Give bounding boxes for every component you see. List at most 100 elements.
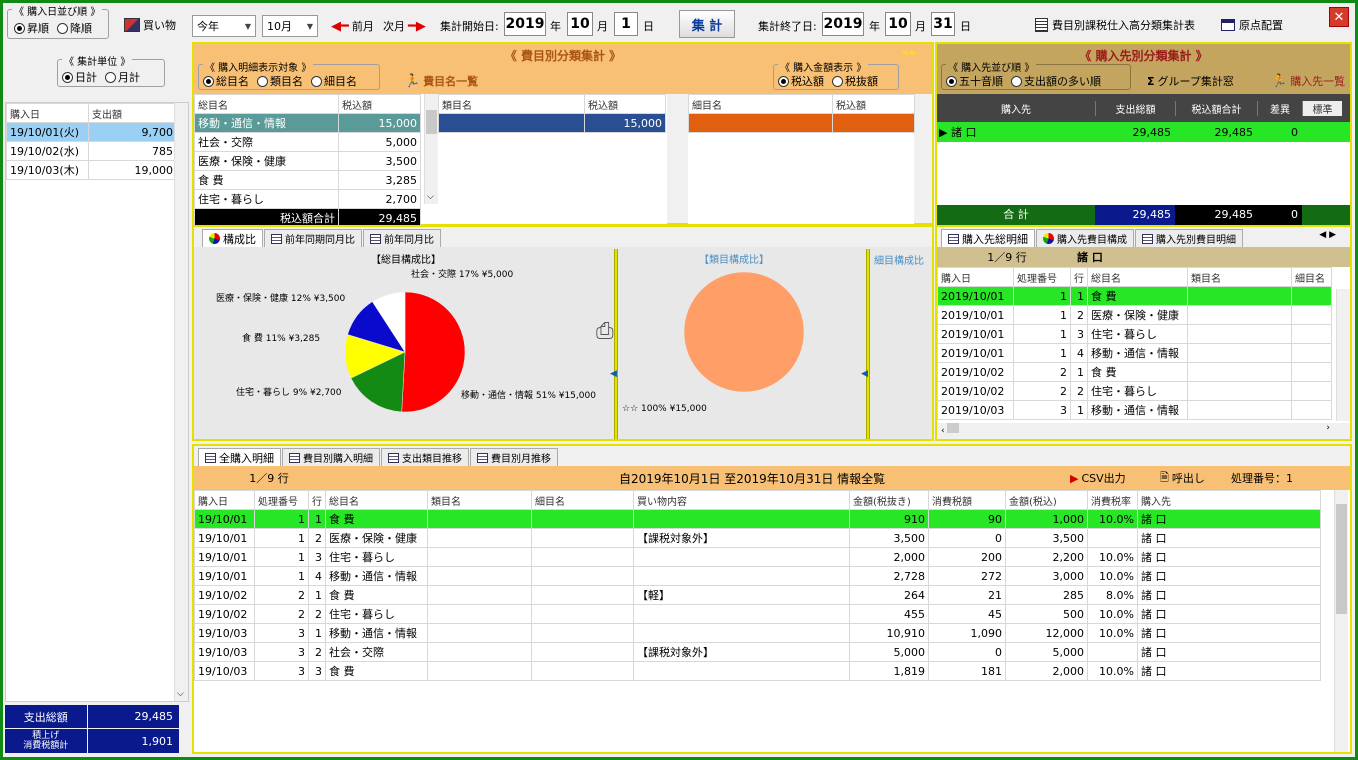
detail-minor-radio[interactable]: 細目名 [311,73,357,89]
table-row[interactable]: 19/10/02(水) 785 [6,141,177,161]
middle-pie-chart: 【類目構成比】 ☆☆ 100% ¥15,000 [622,253,805,414]
detail-major-radio[interactable]: 総目名 [203,73,249,89]
table-row[interactable]: 19/10/02 2 1 食 費【軽】 264 21 285 8.0% 諸 口 [194,585,1321,605]
table-icon [1142,233,1153,244]
pie-label: 移動・通信・情報 51% ¥15,000 [461,389,596,401]
table-row[interactable]: 2019/10/02 2 2 住宅・暮らし [937,381,1332,401]
trend-chart-icon [477,452,488,463]
start-month-input[interactable]: 10 [567,12,593,36]
tab-composition[interactable]: 構成比 [202,229,263,247]
table-row[interactable]: 19/10/01(火) 9,700 [6,122,177,142]
tab-prev-month[interactable]: 前年同月比 [363,229,441,247]
pie-label: 住宅・暮らし 9% ¥2,700 [236,386,342,398]
tab-monthly-trend[interactable]: 費目別月推移 [470,448,558,466]
detail-middle-radio[interactable]: 類目名 [257,73,303,89]
process-number: 処理番号：1 [1231,472,1293,485]
major-category-table: 総目名 税込額 移動・通信・情報 15,000 社会・交際 5,000 医療・保険・健… [194,94,438,228]
table-row[interactable]: 15,000 [438,113,666,133]
table-icon [948,233,959,244]
export-icon: ▶ [1070,471,1079,485]
table-row[interactable]: ▶ 諸 口 29,485 29,485 0 [937,122,1350,142]
minor-category-table: 細目名 税込額 [688,94,915,224]
runner-icon: 🏃 [404,73,421,89]
print-icon[interactable]: ⎙ [596,319,614,344]
sort-asc-radio[interactable]: 昇順 [14,20,49,36]
tab-expense-trend[interactable]: 支出類目推移 [381,448,469,466]
scrollbar[interactable] [1336,289,1350,421]
table-row[interactable]: 19/10/01 1 4 移動・通信・情報 2,728 272 3,000 10.0% 諸 口 [194,566,1321,586]
table-row[interactable]: 2019/10/02 2 1 食 費 [937,362,1332,382]
scrollbar[interactable] [1334,490,1348,752]
tab-vendor-detail[interactable]: 購入先総明細 [941,229,1035,247]
report-icon [1035,18,1048,32]
vendor-kana-radio[interactable]: 五十音順 [946,73,1003,89]
recall-button[interactable]: 🗎 呼出し [1160,469,1205,488]
unit-daily-radio[interactable]: 日計 [62,69,97,85]
table-row[interactable]: 19/10/02 2 2 住宅・暮らし 455 45 500 10.0% 諸 口 [194,604,1321,624]
month-select[interactable]: 10月 ▼ [262,15,318,37]
origin-layout-button[interactable]: 原点配置 [1221,17,1283,33]
close-icon[interactable]: ✕ [1329,7,1349,27]
tab-prev-period[interactable]: 前年同期同月比 [264,229,362,247]
tax-report-button[interactable]: 費目別課税仕入高分類集計表 [1035,17,1195,33]
prev-month-button[interactable]: ◀━ 前月 [331,18,374,34]
pie-label: 社会・交際 17% ¥5,000 [411,268,513,280]
table-row[interactable]: 19/10/03 3 2 社会・交際 【課税対象外】 5,000 0 5,000 諸 口 [194,642,1321,662]
table-row[interactable]: 2019/10/01 1 3 住宅・暮らし [937,324,1332,344]
table-row[interactable]: 19/10/03 3 1 移動・通信・情報 10,910 1,090 12,000 10.0%… [194,623,1321,643]
table-row[interactable]: 19/10/01 1 1 食 費 910 90 1,000 10.0% 諸 口 [194,509,1321,529]
pie-slice [401,291,466,413]
end-month-input[interactable]: 10 [885,12,911,36]
start-label: 集計開始日: [440,20,499,33]
table-row[interactable]: 2019/10/01 1 2 医療・保険・健康 [937,305,1332,325]
table-row[interactable]: 医療・保険・健康 3,500 [194,151,421,171]
splitter[interactable] [614,249,618,439]
scrollbar[interactable]: ⌵ [174,103,188,701]
group-window-button[interactable]: Σ グループ集計窓 [1147,73,1234,89]
vendor-amount-radio[interactable]: 支出額の多い順 [1011,73,1101,89]
end-day-input[interactable]: 31 [931,12,955,36]
start-day-input[interactable]: 1 [614,12,638,36]
table-row[interactable]: 移動・通信・情報 15,000 [194,113,421,133]
tab-scroll-icon[interactable]: ◀ ▶ [1319,230,1336,240]
table-row[interactable]: 2019/10/03 3 1 移動・通信・情報 [937,400,1332,420]
year-select[interactable]: 今年 ▼ [192,15,256,37]
tab-category-detail[interactable]: 費目別購入明細 [282,448,380,466]
sort-group: 《 購入日並び順 》 昇順 降順 [7,3,109,39]
sort-desc-radio[interactable]: 降順 [57,20,92,36]
tab-all-detail[interactable]: 全購入明細 [198,448,281,466]
middle-category-table: 類目名 税込額 15,000 [438,94,667,224]
shopping-button[interactable]: 買い物 [124,17,176,33]
vendor-list-button[interactable]: 🏃 購入先一覧 [1271,73,1345,89]
left-totals: 支出総額 29,485 積上げ 消費税額計 1,901 [5,705,179,753]
table-row[interactable]: 19/10/03(木) 19,000 [6,160,177,180]
amount-taxin-radio[interactable]: 税込額 [778,73,824,89]
table-row[interactable] [688,113,915,133]
tab-vendor-composition[interactable]: 購入先費目構成 [1036,229,1134,247]
table-row[interactable]: 19/10/01 1 3 住宅・暮らし 2,000 200 2,200 10.0% 諸 口 [194,547,1321,567]
table-row[interactable]: 19/10/03 3 3 食 費 1,819 181 2,000 10.0% 諸 口 [194,661,1321,681]
scrollbar[interactable]: ⌵ [424,94,438,204]
category-list-button[interactable]: 🏃 費目名一覧 [404,73,478,89]
chevron-down-icon: ▼ [306,21,313,31]
table-row[interactable]: 19/10/01 1 2 医療・保険・健康 【課税対象外】 3,500 0 3,500 諸 口 [194,528,1321,548]
tab-vendor-category-detail[interactable]: 購入先別費目明細 [1135,229,1243,247]
table-row[interactable]: 食 費 3,285 [194,170,421,190]
table-row[interactable]: 2019/10/01 1 1 食 費 [937,286,1332,306]
pie-label: ☆☆ 100% ¥15,000 [622,404,707,414]
run-aggregate-button[interactable]: 集 計 [679,10,735,38]
period-title: 自2019年10月1日 至2019年10月31日 情報全覧 [619,471,886,486]
next-month-button[interactable]: 次月 ━▶ [383,18,426,34]
end-year-input[interactable]: 2019 [822,12,864,36]
unit-monthly-radio[interactable]: 月計 [105,69,140,85]
chart-panel: 構成比 前年同期同月比 前年同月比 ◀ ◀ 【総目構成比】 移動・通信・情報 5… [192,225,934,441]
amount-taxex-radio[interactable]: 税抜額 [832,73,878,89]
row-count: 1／9 行 [987,251,1027,264]
table-row[interactable]: 2019/10/01 1 4 移動・通信・情報 [937,343,1332,363]
horizontal-scrollbar[interactable]: ‹ › [937,423,1350,439]
table-row[interactable]: 住宅・暮らし 2,700 [194,189,421,209]
table-row[interactable]: 社会・交際 5,000 [194,132,421,152]
csv-export-button[interactable]: ▶ CSV出力 [1070,470,1126,486]
splitter[interactable] [866,249,870,439]
start-year-input[interactable]: 2019 [504,12,546,36]
